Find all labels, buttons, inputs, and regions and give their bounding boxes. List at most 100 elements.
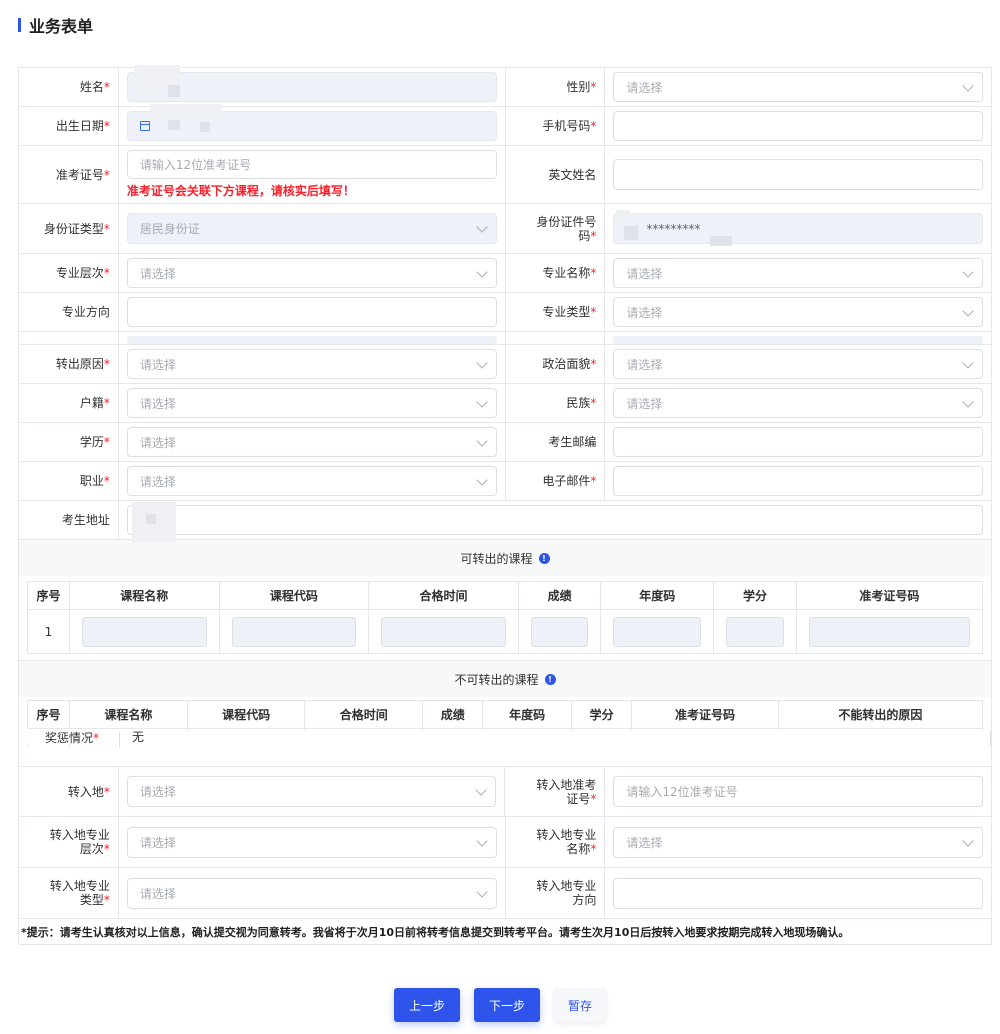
in-major-direction-input[interactable] <box>613 877 983 909</box>
in-exam-no-input[interactable]: 请输入12位准考证号 <box>613 776 983 807</box>
label-political: 政治面貌 * <box>505 345 606 383</box>
in-major-name-select[interactable]: 请选择 <box>613 826 983 858</box>
email-input[interactable] <box>613 466 983 496</box>
transferable-courses-header: 可转出的课程! <box>19 540 992 576</box>
row-index: 1 <box>27 609 70 654</box>
address-input[interactable] <box>126 502 983 542</box>
major-level-select[interactable]: 请选择 <box>126 258 497 288</box>
column-header: 序号 <box>27 700 70 729</box>
info-icon[interactable]: ! <box>544 673 556 685</box>
label-in-major-name: 转入地专业名称* <box>505 817 606 867</box>
course-code-input[interactable] <box>231 616 357 647</box>
out-reason-select[interactable]: 请选择 <box>126 349 497 379</box>
reward-input[interactable]: 无 <box>119 731 991 747</box>
chevron-down-icon <box>475 396 488 408</box>
job-select[interactable]: 请选择 <box>126 466 497 496</box>
name-input[interactable] <box>126 65 497 102</box>
column-header: 成绩 <box>517 581 602 610</box>
form-row-address: 考生地址 <box>19 501 992 542</box>
exam-no-warning: 准考证号会关联下方课程，请核实后填写！ <box>126 184 355 198</box>
exam-no-code-input[interactable] <box>808 616 970 647</box>
label-postcode: 考生邮编 <box>505 423 606 461</box>
pass-time-input[interactable] <box>381 616 506 647</box>
prev-button[interactable]: 上一步 <box>394 988 460 1022</box>
save-draft-button[interactable]: 暂存 <box>554 988 606 1022</box>
form-row-education: 学历 * 请选择 考生邮编 <box>19 423 992 462</box>
column-header: 年度码 <box>482 700 573 729</box>
page-title: 业务表单 <box>18 14 93 36</box>
household-select[interactable]: 请选择 <box>126 388 497 418</box>
chevron-down-icon <box>962 80 974 92</box>
label-email: 电子邮件 * <box>505 462 606 500</box>
label-in-major-direction: 转入地专业方向 <box>505 868 606 918</box>
column-header: 序号 <box>27 581 70 610</box>
chevron-down-icon <box>475 474 488 486</box>
action-buttons: 上一步 下一步 暂存 <box>0 988 1000 1022</box>
id-no-input[interactable]: ********* <box>613 210 984 246</box>
info-icon[interactable]: ! <box>538 552 550 564</box>
id-type-select[interactable]: 居民身份证 <box>126 213 497 244</box>
form-row-id: 身份证类型 * 居民身份证 身份证件号码* ********* <box>19 204 993 254</box>
label-out-reason: 转出原因 * <box>19 345 119 383</box>
form-row-exam-no: 准考证号 * 请输入12位准考证号 准考证号会关联下方课程，请核实后填写！ 英文姓… <box>19 146 992 204</box>
label-english-name: 英文姓名 <box>505 146 606 203</box>
column-header: 合格时间 <box>368 581 519 610</box>
notice-tip: *提示：请考生认真核对以上信息，确认提交视为同意转考。我省将于次月10日前将转考… <box>19 919 992 945</box>
label-major-name: 专业名称 * <box>505 254 606 292</box>
label-major-type: 专业类型 * <box>505 293 606 331</box>
next-button[interactable]: 下一步 <box>474 988 540 1022</box>
major-type-select[interactable]: 请选择 <box>613 297 983 327</box>
label-in-place: 转入地 * <box>19 767 119 816</box>
course-name-input[interactable] <box>82 616 207 647</box>
political-select[interactable]: 请选择 <box>613 349 983 379</box>
label-phone: 手机号码 * <box>505 107 606 145</box>
table-header-row: 序号 课程名称 课程代码 合格时间 成绩 年度码 学分 准考证号码 <box>27 581 984 610</box>
major-name-select[interactable]: 请选择 <box>613 258 983 288</box>
chevron-down-icon <box>475 885 488 898</box>
nation-select[interactable]: 请选择 <box>613 388 983 418</box>
chevron-down-icon <box>475 784 488 796</box>
table-row: 1 <box>27 609 984 654</box>
gender-select[interactable]: 请选择 <box>613 72 983 102</box>
chevron-down-icon <box>475 357 488 369</box>
form-row-name: 姓名 * 性别 * 请选择 <box>19 65 992 107</box>
chevron-down-icon <box>475 266 488 278</box>
label-household: 户籍 * <box>19 384 119 422</box>
chevron-down-icon <box>962 305 974 317</box>
phone-input[interactable] <box>613 111 983 141</box>
column-header: 课程代码 <box>218 581 370 610</box>
score-input[interactable] <box>530 616 589 647</box>
label-gender: 性别 * <box>505 68 606 106</box>
title-accent-bar <box>18 18 21 32</box>
form-row-household: 户籍 * 请选择 民族 * 请选择 <box>19 384 992 423</box>
postcode-input[interactable] <box>613 427 983 457</box>
label-in-major-level: 转入地专业层次* <box>19 817 119 867</box>
chevron-down-icon <box>962 834 974 847</box>
column-header: 成绩 <box>422 700 484 729</box>
label-birth: 出生日期 * <box>19 107 119 145</box>
column-header: 学分 <box>713 581 797 610</box>
column-header: 准考证号码 <box>795 581 984 610</box>
in-major-type-select[interactable]: 请选择 <box>126 877 497 909</box>
label-job: 职业 * <box>19 462 119 500</box>
chevron-down-icon <box>962 396 974 408</box>
major-direction-input[interactable] <box>126 297 497 327</box>
form-row-in-major-type: 转入地专业类型* 请选择 转入地专业方向 <box>19 868 992 919</box>
in-place-select[interactable]: 请选择 <box>126 776 497 807</box>
page-title-text: 业务表单 <box>29 17 94 36</box>
form-row-out-reason: 转出原因 * 请选择 政治面貌 * 请选择 <box>19 345 992 384</box>
year-code-input[interactable] <box>613 616 702 647</box>
form-row-collapsed <box>19 332 992 345</box>
in-major-level-select[interactable]: 请选择 <box>126 826 497 858</box>
form-row-major-level: 专业层次 * 请选择 专业名称 * 请选择 <box>19 254 992 293</box>
column-header: 准考证号码 <box>631 700 779 729</box>
label-exam-no: 准考证号 * <box>19 146 119 203</box>
table-header-row: 序号 课程名称 课程代码 合格时间 成绩 年度码 学分 准考证号码 不能转出的原因 <box>27 700 984 729</box>
english-name-input[interactable] <box>613 159 983 190</box>
birth-date-picker[interactable] <box>126 104 497 141</box>
exam-no-input[interactable]: 请输入12位准考证号 <box>126 150 497 179</box>
credit-input[interactable] <box>726 616 784 647</box>
education-select[interactable]: 请选择 <box>126 427 497 457</box>
reward-row-overlap: 奖惩情况* 无 <box>19 729 991 747</box>
label-id-type: 身份证类型 * <box>19 204 119 253</box>
